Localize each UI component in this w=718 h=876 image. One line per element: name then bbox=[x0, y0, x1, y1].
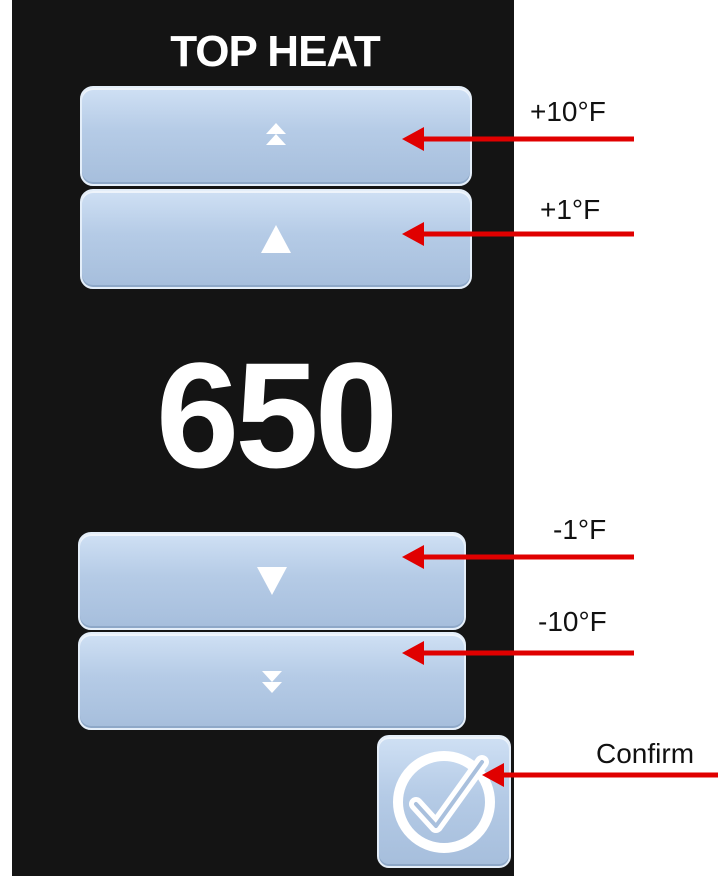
decrease-10-button[interactable] bbox=[78, 632, 466, 730]
down-arrow-icon bbox=[257, 567, 287, 595]
temperature-value: 650 bbox=[155, 331, 398, 499]
annotation-up10: +10°F bbox=[530, 96, 606, 127]
up-arrow-icon bbox=[261, 225, 291, 253]
double-down-arrow-icon bbox=[262, 671, 282, 693]
oven-control-screen: TOP HEAT 650 bbox=[12, 0, 514, 876]
annotation-up1: +1°F bbox=[540, 194, 601, 225]
annotation-confirm: Confirm bbox=[596, 738, 695, 769]
increase-10-button[interactable] bbox=[80, 86, 472, 186]
confirm-button[interactable] bbox=[377, 735, 511, 868]
page: TOP HEAT 650 +10°F +1°F -1°F -10°F Confi… bbox=[0, 0, 718, 876]
double-up-arrow-icon bbox=[266, 123, 286, 145]
increase-1-button[interactable] bbox=[80, 189, 472, 289]
annotation-down1: -1°F bbox=[553, 514, 607, 545]
decrease-1-button[interactable] bbox=[78, 532, 466, 630]
annotation-down10: -10°F bbox=[538, 606, 607, 637]
panel-title: TOP HEAT bbox=[170, 27, 381, 76]
checkmark-icon bbox=[393, 750, 495, 853]
